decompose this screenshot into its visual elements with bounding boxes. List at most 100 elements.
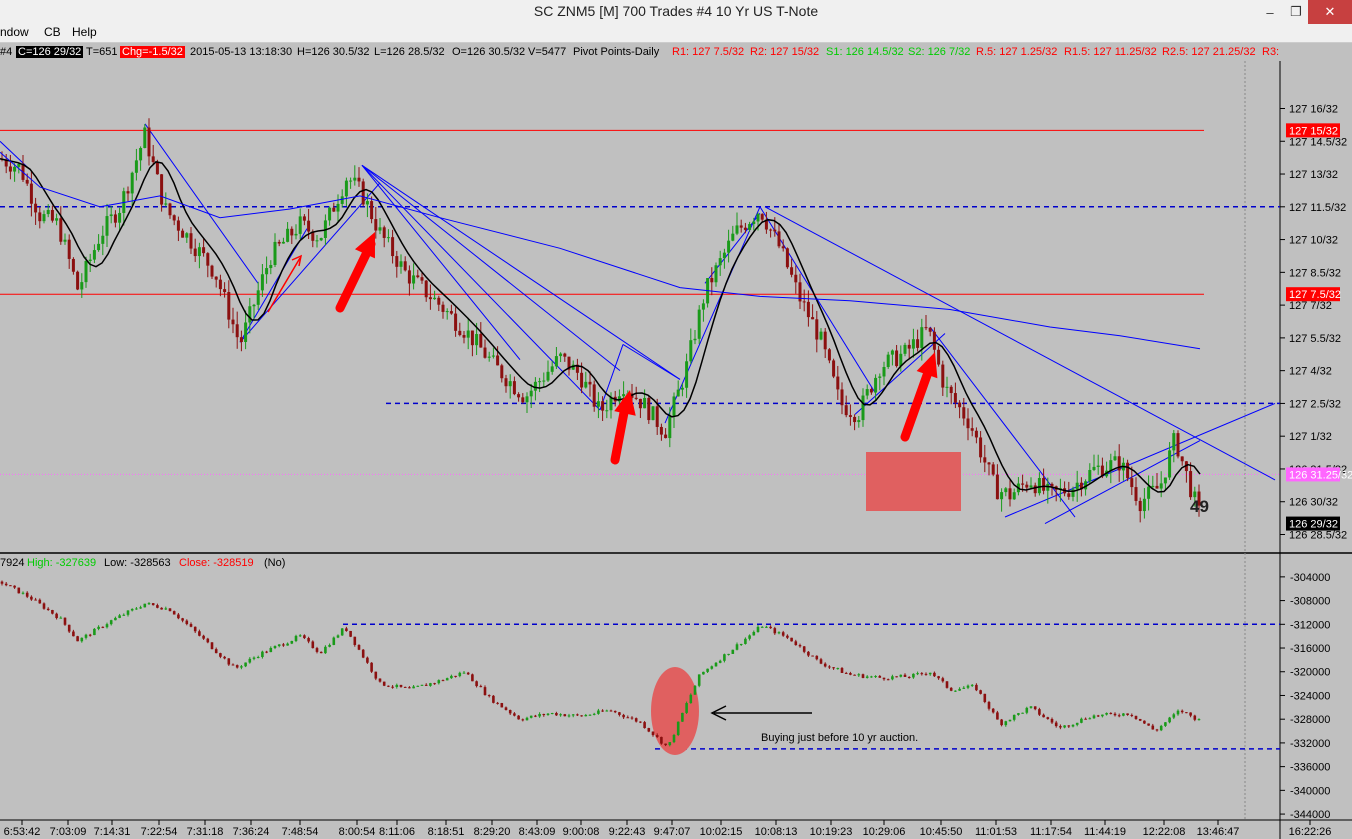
delta-bar-body	[122, 614, 126, 616]
delta-bar-body	[1004, 721, 1008, 726]
delta-bar-body	[819, 659, 823, 664]
price-tick-label: 127 4/32	[1289, 366, 1332, 378]
time-tick-label: 11:01:53	[975, 826, 1017, 838]
price-candle-body	[1042, 478, 1046, 491]
delta-bar-body	[886, 679, 890, 681]
delta-bar-body	[685, 703, 688, 713]
delta-bar-body	[46, 608, 50, 611]
delta-bar-body	[189, 624, 193, 627]
delta-tick-label: -336000	[1290, 762, 1330, 774]
delta-bar-body	[1189, 712, 1192, 716]
delta-bar-body	[408, 687, 411, 689]
delta-bar-body	[63, 617, 67, 625]
delta-bar-body	[429, 683, 432, 686]
price-candle-body	[668, 416, 672, 439]
delta-bar-body	[832, 667, 835, 669]
price-candle-body	[596, 401, 600, 407]
time-tick-label: 7:48:54	[282, 826, 319, 838]
price-candle-body	[428, 297, 432, 300]
delta-bar-body	[1017, 713, 1020, 715]
delta-bar-body	[1059, 726, 1062, 728]
delta-tick-label: -340000	[1290, 785, 1330, 797]
delta-bar-body	[303, 635, 306, 639]
price-candle-body	[647, 397, 651, 421]
delta-bar-body	[555, 712, 558, 716]
price-candle-body	[521, 397, 525, 403]
delta-bar-body	[538, 713, 541, 717]
price-candle-body	[693, 338, 697, 341]
price-candle-body	[714, 265, 718, 283]
delta-bar-body	[76, 636, 79, 642]
price-candle-body	[55, 218, 59, 221]
price-candle-body	[50, 209, 54, 221]
price-candle-body	[672, 396, 676, 417]
delta-bar-body	[4, 583, 8, 586]
delta-tick-label: -328000	[1290, 714, 1330, 726]
delta-bar-body	[109, 620, 113, 625]
price-candle-body	[920, 327, 924, 348]
delta-bar-body	[357, 644, 361, 650]
price-candle-body	[378, 227, 382, 231]
delta-bar-body	[811, 655, 814, 657]
price-candle-body	[890, 350, 894, 355]
time-tick-label: 10:02:15	[700, 826, 743, 838]
delta-bar-body	[529, 715, 533, 718]
price-candle-body	[197, 247, 201, 257]
price-candle-body	[202, 247, 206, 254]
delta-bar-body	[177, 614, 180, 619]
price-candle-body	[1004, 488, 1008, 493]
delta-bar-body	[542, 713, 546, 716]
price-candle-body	[437, 297, 441, 305]
lower-note: (No)	[264, 557, 285, 569]
delta-bar-body	[256, 657, 260, 659]
delta-bar-body	[433, 683, 436, 685]
price-candle-body	[130, 172, 134, 194]
price-candle-body	[34, 203, 38, 213]
price-candle-body	[218, 279, 222, 290]
price-candle-body	[550, 366, 554, 372]
delta-bar-body	[706, 668, 709, 672]
time-tick-label: 9:47:07	[654, 826, 691, 838]
price-candle-body	[214, 276, 218, 280]
delta-axis: -304000 -308000 -312000 -316000 -320000 -3240…	[1280, 572, 1330, 821]
price-candle-body	[605, 410, 609, 412]
price-candle-body	[395, 256, 399, 267]
price-candle-body	[160, 174, 164, 205]
price-candle-body	[105, 216, 109, 236]
price-candle-body	[1180, 456, 1184, 462]
price-tick-label: 127 11.5/32	[1289, 202, 1346, 214]
delta-bar-body	[1042, 714, 1045, 718]
delta-bar-body	[676, 721, 680, 736]
price-candle-body	[508, 381, 512, 387]
price-candle-body	[365, 201, 369, 205]
price-candle-body	[46, 209, 50, 215]
price-candle-body	[949, 386, 953, 394]
delta-bar-body	[718, 660, 722, 663]
delta-bar-body	[164, 608, 168, 610]
price-candle-body	[223, 289, 227, 293]
price-candle-body	[1096, 465, 1100, 467]
price-candle-body	[445, 311, 449, 313]
price-candle-body	[533, 381, 537, 391]
chart-canvas[interactable]: 49 127 16/32 127 14.5/32 127 13/32 127 11.5…	[0, 0, 1352, 839]
price-plot-area[interactable]	[0, 61, 1280, 553]
delta-bar-body	[1067, 725, 1071, 727]
price-candle-body	[332, 207, 336, 212]
price-candle-body	[651, 406, 655, 421]
time-tick-label: 11:44:19	[1084, 826, 1126, 838]
delta-bar-body	[412, 686, 415, 689]
price-candle-body	[1037, 478, 1041, 494]
delta-bar-body	[697, 674, 701, 686]
price-candle-body	[722, 252, 726, 259]
delta-bar-body	[874, 676, 877, 678]
delta-tick-label: -324000	[1290, 690, 1330, 702]
price-candle-body	[559, 353, 563, 357]
delta-bar-body	[1033, 706, 1037, 710]
delta-bar-body	[933, 672, 936, 677]
delta-bar-body	[630, 717, 634, 719]
delta-bar-body	[202, 635, 205, 639]
delta-tick-label: -316000	[1290, 643, 1330, 655]
delta-bar-body	[651, 731, 655, 736]
price-candle-body	[924, 327, 928, 329]
price-candle-body	[155, 162, 159, 175]
